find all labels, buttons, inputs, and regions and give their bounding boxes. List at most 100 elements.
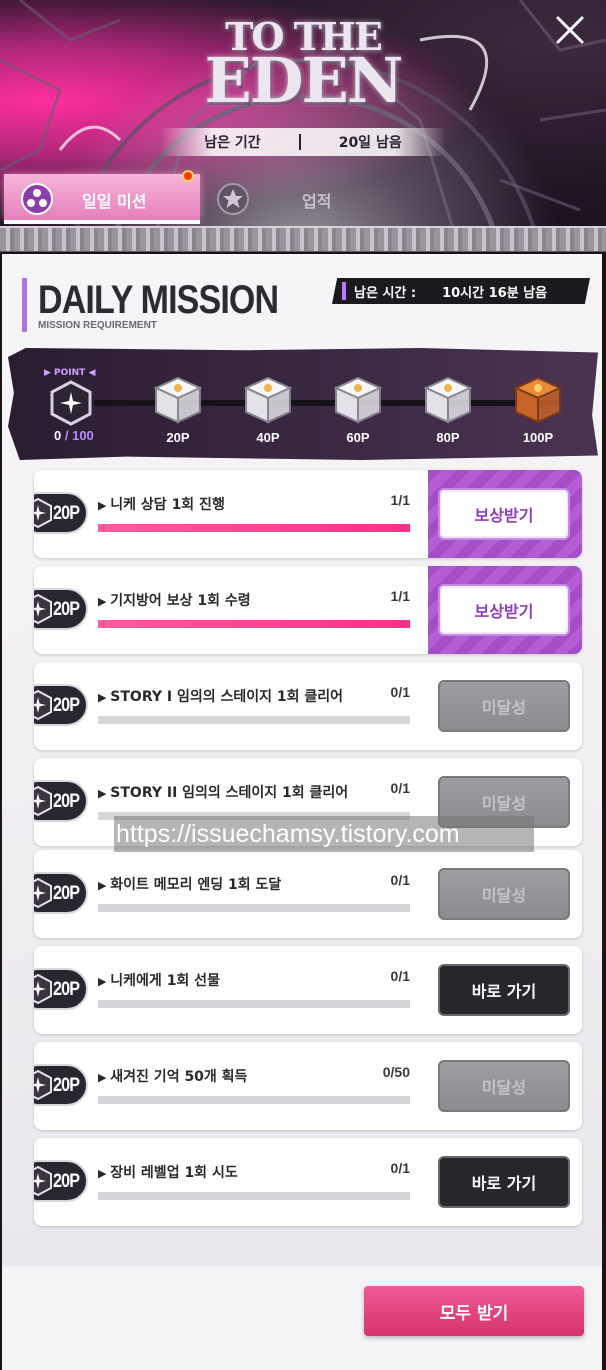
mission-progress-fill	[98, 524, 410, 532]
point-current: 0	[54, 428, 62, 443]
decorative-rail	[0, 226, 606, 252]
mission-progress-text: 0/50	[382, 1064, 410, 1080]
mission-points: 20P	[53, 1171, 80, 1192]
mission-card: 20P 화이트 메모리 엔딩 1회 도달 0/1 미달성	[34, 850, 582, 938]
mission-name: 니케에게 1회 선물	[98, 970, 220, 990]
mission-point-badge: 20P	[34, 1160, 88, 1202]
mission-progress-bar	[98, 524, 410, 532]
mission-name: STORY I 임의의 스테이지 1회 클리어	[98, 686, 343, 706]
mission-card: 20P STORY I 임의의 스테이지 1회 클리어 0/1 미달성	[34, 662, 582, 750]
mission-point-badge: 20P	[34, 588, 88, 630]
point-hexagon-icon	[34, 1069, 52, 1101]
mission-progress-text: 0/1	[390, 872, 410, 888]
not-achieved-button: 미달성	[438, 1060, 570, 1112]
point-count: 0 / 100	[54, 428, 94, 443]
mission-name: STORY II 임의의 스테이지 1회 클리어	[98, 782, 348, 802]
mission-progress-text: 0/1	[390, 968, 410, 984]
point-hexagon-icon	[34, 497, 52, 529]
watermark-url: https://issuechamsy.tistory.com	[114, 816, 534, 852]
claim-all-button[interactable]: 모두 받기	[364, 1286, 584, 1336]
not-achieved-button: 미달성	[438, 680, 570, 732]
mission-points: 20P	[53, 503, 80, 524]
milestone-label: 40P	[256, 430, 280, 445]
mission-progress-fill	[98, 620, 410, 628]
tab-daily-mission-label: 일일 미션	[82, 192, 147, 211]
mission-points: 20P	[53, 979, 80, 1000]
mission-progress-bar	[98, 620, 410, 628]
point-hexagon-icon	[34, 973, 52, 1005]
mission-card: 20P 새겨진 기억 50개 획득 0/50 미달성	[34, 1042, 582, 1130]
point-label: ▶ POINT ◀	[44, 368, 96, 378]
point-hexagon-icon	[34, 877, 52, 909]
go-to-button[interactable]: 바로 가기	[438, 1156, 570, 1208]
mission-points: 20P	[53, 1075, 80, 1096]
mission-progress-text: 1/1	[390, 492, 410, 508]
mission-name: 기지방어 보상 1회 수령	[98, 590, 250, 610]
remaining-time-value: 10시간 16분 남음	[442, 285, 548, 301]
milestone-chest-icon[interactable]	[512, 374, 564, 426]
event-header: TO THE EDEN 남은 기간 20일 남음 일일 미션 업적	[0, 0, 606, 252]
point-hexagon-icon	[34, 593, 52, 625]
mission-progress-bar	[98, 1192, 410, 1200]
event-logo-bottom: EDEN	[204, 44, 404, 117]
time-accent	[342, 282, 346, 300]
mission-point-badge: 20P	[34, 968, 88, 1010]
milestone-label: 80P	[436, 430, 460, 445]
mission-point-badge: 20P	[34, 684, 88, 726]
tab-daily-mission[interactable]: 일일 미션	[4, 174, 200, 224]
mission-points: 20P	[53, 695, 80, 716]
close-button[interactable]	[552, 12, 588, 48]
mission-name: 새겨진 기억 50개 획득	[98, 1066, 247, 1086]
tab-achievement-label: 업적	[302, 192, 332, 211]
mission-progress-bar	[98, 1000, 410, 1008]
mission-card: 20P 니케 상담 1회 진행 1/1 보상받기	[34, 470, 582, 558]
daily-mission-icon	[21, 183, 53, 215]
mission-card: 20P 장비 레벨업 1회 시도 0/1 바로 가기	[34, 1138, 582, 1226]
mission-progress-bar	[98, 904, 410, 912]
close-icon	[556, 16, 584, 44]
title-accent-bar	[22, 278, 27, 332]
mission-name: 장비 레벨업 1회 시도	[98, 1162, 237, 1182]
page-title: DAILY MISSION	[38, 278, 279, 322]
milestone-chest-icon[interactable]	[422, 374, 474, 426]
mission-card: 20P 니케에게 1회 선물 0/1 바로 가기	[34, 946, 582, 1034]
milestone-label: 100P	[522, 430, 554, 445]
mission-point-badge: 20P	[34, 780, 88, 822]
mission-progress-text: 0/1	[390, 780, 410, 796]
point-hexagon-icon	[50, 380, 92, 426]
mission-progress-bar	[98, 716, 410, 724]
claim-reward-button[interactable]: 보상받기	[438, 584, 570, 636]
point-hexagon-icon	[34, 1165, 52, 1197]
mission-points: 20P	[53, 599, 80, 620]
remaining-period-bar: 남은 기간 20일 남음	[160, 128, 446, 156]
period-label: 남은 기간	[204, 135, 261, 151]
go-to-button[interactable]: 바로 가기	[438, 964, 570, 1016]
remaining-time-label: 남은 시간 :	[354, 285, 417, 301]
page-subtitle: MISSION REQUIREMENT	[38, 320, 157, 331]
milestone-chest-icon[interactable]	[242, 374, 294, 426]
milestone-chest-icon[interactable]	[332, 374, 384, 426]
mission-point-badge: 20P	[34, 492, 88, 534]
period-value: 20일 남음	[338, 135, 402, 151]
mission-tabs: 일일 미션 업적	[0, 172, 606, 228]
point-hexagon-icon	[34, 785, 52, 817]
mission-name: 화이트 메모리 엔딩 1회 도달	[98, 874, 281, 894]
not-achieved-button: 미달성	[438, 868, 570, 920]
mission-points: 20P	[53, 791, 80, 812]
period-divider	[298, 134, 301, 150]
achievement-icon	[217, 183, 249, 215]
mission-progress-text: 1/1	[390, 588, 410, 604]
mission-progress-text: 0/1	[390, 1160, 410, 1176]
point-total: / 100	[64, 428, 94, 443]
tab-achievement[interactable]: 업적	[212, 174, 392, 220]
remaining-time-box: 남은 시간 : 10시간 16분 남음	[332, 278, 590, 304]
mission-progress-bar	[98, 1096, 410, 1104]
mission-points: 20P	[53, 883, 80, 904]
mission-point-badge: 20P	[34, 872, 88, 914]
mission-name: 니케 상담 1회 진행	[98, 494, 225, 514]
milestone-label: 60P	[346, 430, 370, 445]
claim-reward-button[interactable]: 보상받기	[438, 488, 570, 540]
notification-dot	[182, 170, 194, 182]
milestone-chest-icon[interactable]	[152, 374, 204, 426]
mission-point-badge: 20P	[34, 1064, 88, 1106]
